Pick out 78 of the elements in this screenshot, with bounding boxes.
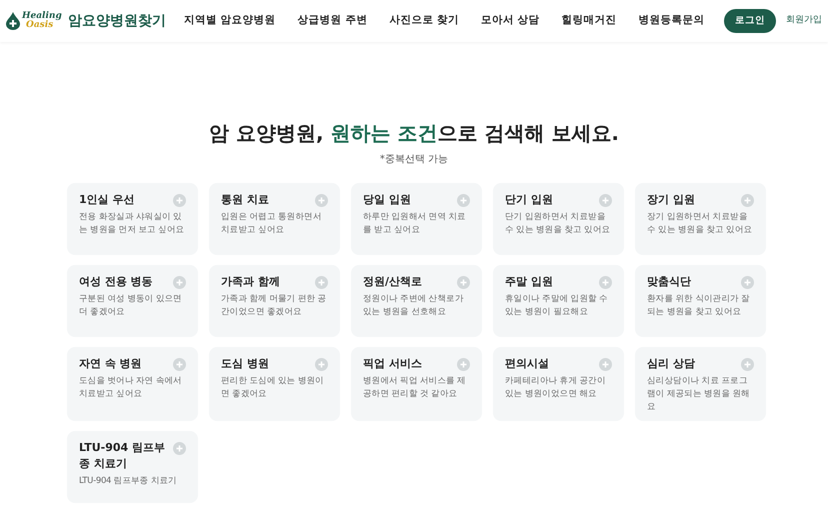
plus-icon — [457, 194, 470, 207]
option-card[interactable]: 정원/산책로 정원이나 주변에 산책로가 있는 병원을 선호해요 — [351, 265, 482, 337]
option-card[interactable]: 장기 입원 장기 입원하면서 치료받을 수 있는 병원을 찾고 있어요 — [635, 183, 766, 255]
option-title: 당일 입원 — [363, 192, 411, 208]
plus-icon — [741, 276, 754, 289]
plus-icon — [599, 194, 612, 207]
logo-script: Oasis — [25, 21, 54, 30]
option-description: 입원은 어렵고 통원하면서 치료받고 싶어요 — [221, 211, 323, 237]
page-heading: 암 요양병원, 원하는 조건으로 검색해 보세요. — [208, 120, 620, 147]
option-description: 환자를 위한 식이관리가 잘 되는 병원을 찾고 있어요 — [647, 293, 751, 319]
option-card[interactable]: 가족과 함께 가족과 함께 머물기 편한 공간이었으면 좋겠어요 — [209, 265, 340, 337]
option-title: 픽업 서비스 — [363, 356, 422, 372]
option-card[interactable]: 주말 입원 휴일이나 주말에 입원할 수 있는 병원이 필요해요 — [493, 265, 624, 337]
option-description: 하루만 입원해서 면역 치료를 받고 싶어요 — [363, 211, 467, 237]
plus-icon — [741, 194, 754, 207]
option-description: 장기 입원하면서 치료받을 수 있는 병원을 찾고 있어요 — [647, 211, 754, 237]
plus-icon — [315, 276, 328, 289]
option-title: 정원/산책로 — [363, 274, 422, 290]
option-title: 주말 입원 — [505, 274, 553, 290]
option-description: 카페테리아나 휴게 공간이 있는 병원이었으면 해요 — [505, 375, 607, 401]
option-description: 단기 입원하면서 치료받을 수 있는 병원을 찾고 있어요 — [505, 211, 612, 237]
option-title: 도심 병원 — [221, 356, 269, 372]
option-title: 가족과 함께 — [221, 274, 280, 290]
option-description: LTU-904 림프부종 치료기 — [79, 475, 178, 488]
option-title: 1인실 우선 — [79, 192, 134, 208]
logo-script: Healing — [22, 12, 62, 21]
plus-icon — [173, 276, 186, 289]
option-title: 여성 전용 병동 — [79, 274, 153, 290]
option-description: 병원에서 픽업 서비스를 제공하면 편리할 것 같아요 — [363, 375, 467, 401]
nav-link[interactable]: 모아서 상담 — [480, 13, 540, 29]
option-title: LTU-904 림프부종 치료기 — [79, 440, 166, 472]
nav-link[interactable]: 병원등록문의 — [638, 13, 705, 29]
plus-icon — [599, 358, 612, 371]
nav-link[interactable]: 힐링매거진 — [562, 13, 617, 29]
option-card[interactable]: LTU-904 림프부종 치료기 LTU-904 림프부종 치료기 — [67, 431, 198, 503]
option-card[interactable]: 편의시설 카페테리아나 휴게 공간이 있는 병원이었으면 해요 — [493, 347, 624, 421]
option-card[interactable]: 맞춤식단 환자를 위한 식이관리가 잘 되는 병원을 찾고 있어요 — [635, 265, 766, 337]
option-title: 장기 입원 — [647, 192, 695, 208]
option-card[interactable]: 심리 상담 심리상담이나 치료 프로그램이 제공되는 병원을 원해요 — [635, 347, 766, 421]
option-description: 정원이나 주변에 산책로가 있는 병원을 선호해요 — [363, 293, 465, 319]
option-description: 심리상담이나 치료 프로그램이 제공되는 병원을 원해요 — [647, 375, 751, 414]
plus-icon — [173, 442, 186, 455]
plus-icon — [457, 276, 470, 289]
option-title: 단기 입원 — [505, 192, 553, 208]
option-card[interactable]: 단기 입원 단기 입원하면서 치료받을 수 있는 병원을 찾고 있어요 — [493, 183, 624, 255]
option-description: 전용 화장실과 샤워실이 있는 병원을 먼저 보고 싶어요 — [79, 211, 186, 237]
plus-icon — [599, 276, 612, 289]
plus-icon — [173, 194, 186, 207]
option-card[interactable]: 픽업 서비스 병원에서 픽업 서비스를 제공하면 편리할 것 같아요 — [351, 347, 482, 421]
option-description: 휴일이나 주말에 입원할 수 있는 병원이 필요해요 — [505, 293, 609, 319]
nav-link[interactable]: 상급병원 주변 — [298, 13, 368, 29]
option-title: 자연 속 병원 — [79, 356, 142, 372]
plus-icon — [315, 358, 328, 371]
nav-link[interactable]: 사진으로 찾기 — [389, 13, 459, 29]
option-card[interactable]: 자연 속 병원 도심을 벗어나 자연 속에서 치료받고 싶어요 — [67, 347, 198, 421]
option-description: 도심을 벗어나 자연 속에서 치료받고 싶어요 — [79, 375, 183, 401]
option-title: 편의시설 — [505, 356, 549, 372]
subheading: *중복선택 가능 — [380, 153, 448, 167]
nav-link[interactable]: 지역별 암요양병원 — [184, 13, 276, 29]
plus-icon — [315, 194, 328, 207]
plus-icon — [173, 358, 186, 371]
plus-icon — [457, 358, 470, 371]
logo-title: 암요양병원찾기 — [68, 12, 166, 30]
option-description: 편리한 도심에 있는 병원이면 좋겠어요 — [221, 375, 325, 401]
option-card[interactable]: 당일 입원 하루만 입원해서 면역 치료를 받고 싶어요 — [351, 183, 482, 255]
option-description: 가족과 함께 머물기 편한 공간이었으면 좋겠어요 — [221, 293, 328, 319]
option-title: 통원 치료 — [221, 192, 269, 208]
option-title: 심리 상담 — [647, 356, 695, 372]
plus-icon — [741, 358, 754, 371]
option-title: 맞춤식단 — [647, 274, 691, 290]
login-button[interactable]: 로그인 — [724, 8, 776, 34]
option-description: 구분된 여성 병동이 있으면 더 좋겠어요 — [79, 293, 183, 319]
option-card[interactable]: 여성 전용 병동 구분된 여성 병동이 있으면 더 좋겠어요 — [67, 265, 198, 337]
option-card[interactable]: 통원 치료 입원은 어렵고 통원하면서 치료받고 싶어요 — [209, 183, 340, 255]
option-card[interactable]: 1인실 우선 전용 화장실과 샤워실이 있는 병원을 먼저 보고 싶어요 — [67, 183, 198, 255]
signup-link[interactable]: 회원가입 — [786, 14, 822, 28]
drop-logo-icon — [6, 12, 20, 30]
option-card[interactable]: 도심 병원 편리한 도심에 있는 병원이면 좋겠어요 — [209, 347, 340, 421]
